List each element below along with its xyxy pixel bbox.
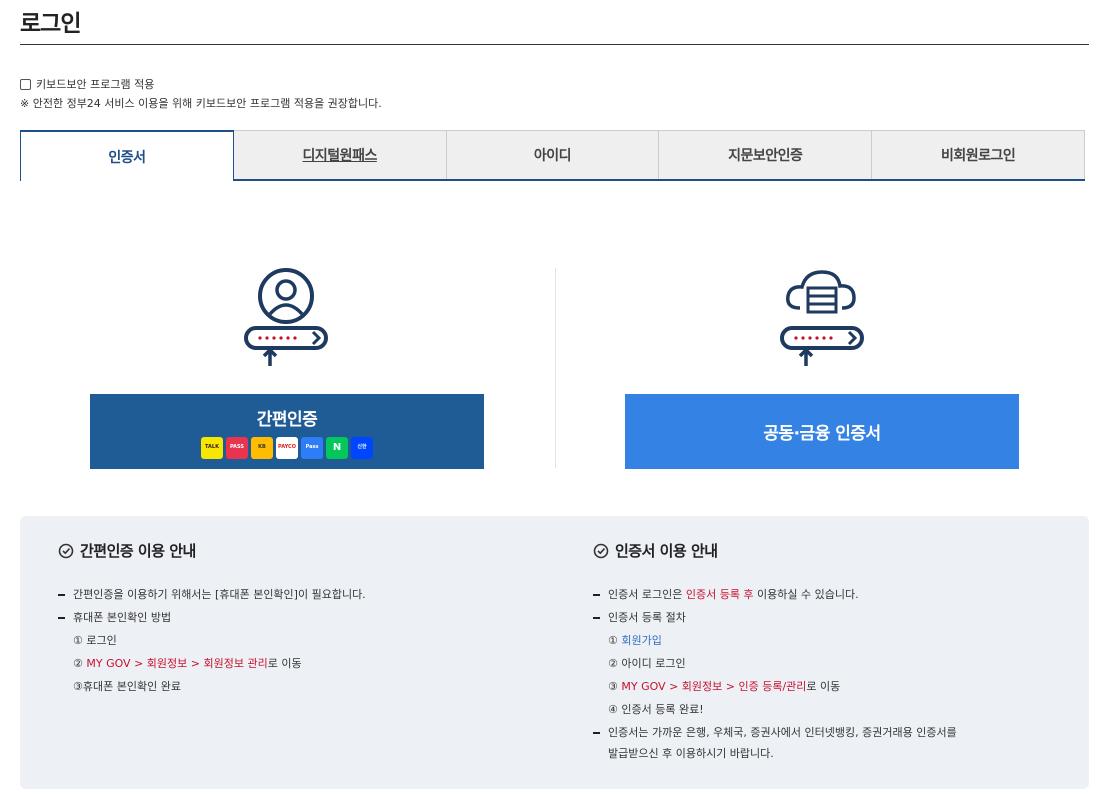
guide-list: 인증서 로그인은 인증서 등록 후 이용하실 수 있습니다. 인증서 등록 절차… — [593, 583, 957, 764]
title-divider — [20, 44, 1089, 45]
kb-logo: KB — [251, 436, 273, 459]
simple-auth-guide: 간편인증 이용 안내 간편인증을 이용하기 위해서는 [휴대폰 본인확인]이 필… — [58, 540, 366, 698]
pass-logo: PASS — [226, 436, 248, 459]
tab-id[interactable]: 아이디 — [446, 130, 660, 179]
tab-label: 디지털원패스 — [302, 148, 378, 164]
signup-link[interactable]: 회원가입 — [621, 634, 661, 647]
list-item-text: 발급받으신 후 이용하시기 바랍니다. — [608, 747, 774, 760]
list-item: 휴대폰 본인확인 방법 ① 로그인 ② MY GOV > 회원정보 > 회원정보… — [58, 606, 366, 698]
list-item-text: 인증서 로그인은 — [608, 588, 686, 601]
keyboard-security-checkbox[interactable]: 키보드보안 프로그램 적용 — [20, 76, 154, 92]
step-text: 로 이동 — [806, 680, 841, 693]
list-item-text: 휴대폰 본인확인 방법 — [73, 611, 172, 624]
simple-auth-icon — [240, 266, 332, 374]
step-number: ① — [608, 634, 622, 647]
certificate-cloud-icon — [776, 266, 868, 374]
tab-digital-onepass[interactable]: 디지털원패스 — [233, 130, 447, 179]
naver-logo: N — [326, 436, 348, 459]
tab-certificate[interactable]: 인증서 — [20, 130, 234, 181]
list-item: 인증서 등록 절차 ① 회원가입 ② 아이디 로그인 ③ MY GOV > 회원… — [593, 606, 957, 721]
step-number: ② — [73, 657, 87, 670]
step-3: ③휴대폰 본인확인 완료 — [73, 680, 181, 693]
list-item-text: 이용하실 수 있습니다. — [753, 588, 859, 601]
step-3: ③ MY GOV > 회원정보 > 인증 등록/관리로 이동 — [608, 675, 957, 698]
certificate-guide: 인증서 이용 안내 인증서 로그인은 인증서 등록 후 이용하실 수 있습니다.… — [593, 540, 957, 764]
tab-label: 인증서 — [108, 149, 146, 166]
payco-logo: PAYCO — [276, 436, 298, 459]
samsung-pass-logo: Pass — [301, 436, 323, 459]
step-1: ① 로그인 — [73, 634, 117, 647]
simple-auth-label: 간편인증 — [256, 409, 318, 430]
tab-label: 아이디 — [533, 148, 572, 164]
simple-auth-button[interactable]: 간편인증 TALK PASS KB PAYCO Pass N 신한 — [90, 394, 484, 469]
guide-title-text: 인증서 이용 안내 — [615, 542, 718, 560]
guide-title: 인증서 이용 안내 — [593, 540, 957, 561]
step-2: ② 아이디 로그인 — [608, 657, 686, 670]
guide-list: 간편인증을 이용하기 위해서는 [휴대폰 본인확인]이 필요합니다. 휴대폰 본… — [58, 583, 366, 698]
step-text: 로 이동 — [267, 657, 302, 670]
shinhan-logo: 신한 — [351, 436, 373, 459]
tab-guest-login[interactable]: 비회원로그인 — [872, 130, 1085, 179]
step-4: ④ 인증서 등록 완료! — [608, 703, 704, 716]
guide-title-text: 간편인증 이용 안내 — [80, 542, 196, 560]
usage-guide-panel: 간편인증 이용 안내 간편인증을 이용하기 위해서는 [휴대폰 본인확인]이 필… — [20, 516, 1089, 789]
keyboard-security-note: ※ 안전한 정부24 서비스 이용을 위해 키보드보안 프로그램 적용을 권장합… — [20, 97, 382, 110]
login-tabs: 인증서 디지털원패스 아이디 지문보안인증 비회원로그인 — [20, 130, 1085, 181]
guide-title: 간편인증 이용 안내 — [58, 540, 366, 561]
step-1: ① 회원가입 — [608, 629, 957, 652]
mygov-link[interactable]: MY GOV > 회원정보 > 인증 등록/관리 — [621, 680, 806, 693]
list-item: 인증서는 가까운 은행, 우체국, 증권사에서 인터넷뱅킹, 증권거래용 인증서… — [593, 721, 957, 764]
tab-fingerprint[interactable]: 지문보안인증 — [659, 130, 873, 179]
list-item-text: 인증서는 가까운 은행, 우체국, 증권사에서 인터넷뱅킹, 증권거래용 인증서… — [608, 726, 957, 739]
page-title: 로그인 — [20, 11, 81, 37]
tab-label: 비회원로그인 — [940, 148, 1016, 164]
mygov-link[interactable]: MY GOV > 회원정보 > 회원정보 관리 — [86, 657, 267, 670]
step-2: ② MY GOV > 회원정보 > 회원정보 관리로 이동 — [73, 652, 366, 675]
check-circle-icon — [593, 543, 609, 558]
keyboard-security-label: 키보드보안 프로그램 적용 — [36, 78, 155, 91]
highlight-text: 인증서 등록 후 — [685, 588, 754, 601]
certificate-login-button[interactable]: 공동·금융 인증서 — [625, 394, 1019, 469]
list-item: 인증서 로그인은 인증서 등록 후 이용하실 수 있습니다. — [593, 583, 957, 606]
kakao-logo: TALK — [201, 436, 223, 459]
tab-label: 지문보안인증 — [728, 148, 803, 164]
login-options-divider — [555, 268, 556, 468]
step-number: ③ — [608, 680, 622, 693]
checkbox-box[interactable] — [20, 78, 31, 90]
check-circle-icon — [58, 543, 74, 558]
list-item: 간편인증을 이용하기 위해서는 [휴대폰 본인확인]이 필요합니다. — [58, 583, 366, 606]
list-item-text: 인증서 등록 절차 — [608, 611, 686, 624]
provider-logos: TALK PASS KB PAYCO Pass N 신한 — [201, 436, 373, 459]
